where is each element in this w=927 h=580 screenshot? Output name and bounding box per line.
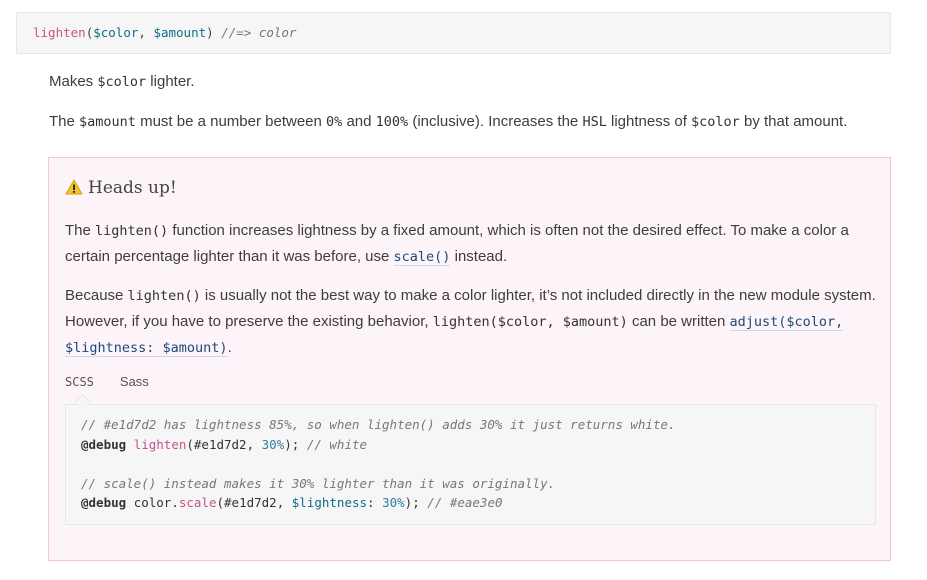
code-comment: // scale() instead makes it 30% lighter … [81,475,556,491]
code-example: // #e1d7d2 has lightness 85%, so when li… [65,404,876,525]
signature-function-name: lighten [33,25,86,40]
callout-paragraph-1: The lighten() function increases lightne… [65,222,849,266]
syntax-tabs: SCSS Sass [65,374,175,389]
intro-paragraph-1: Makes $color lighter. [49,73,195,90]
callout-title: Heads up! [65,178,177,198]
tab-scss[interactable]: SCSS [65,375,94,389]
scale-function-link[interactable]: scale() [393,249,451,266]
callout-paragraph-2: Because lighten() is usually not the bes… [65,287,876,357]
code-comment: // #e1d7d2 has lightness 85%, so when li… [81,417,676,432]
signature-arg-color: $color [93,25,139,40]
function-signature: lighten($color, $amount) //=> color [16,12,891,54]
intro-paragraph-2: The $amount must be a number between 0% … [49,113,848,130]
signature-return-type: //=> color [221,25,297,40]
signature-arg-amount: $amount [153,25,207,40]
heads-up-callout: Heads up! The lighten() function increas… [48,157,891,561]
warning-icon [65,179,83,195]
tab-sass[interactable]: Sass [120,374,149,389]
